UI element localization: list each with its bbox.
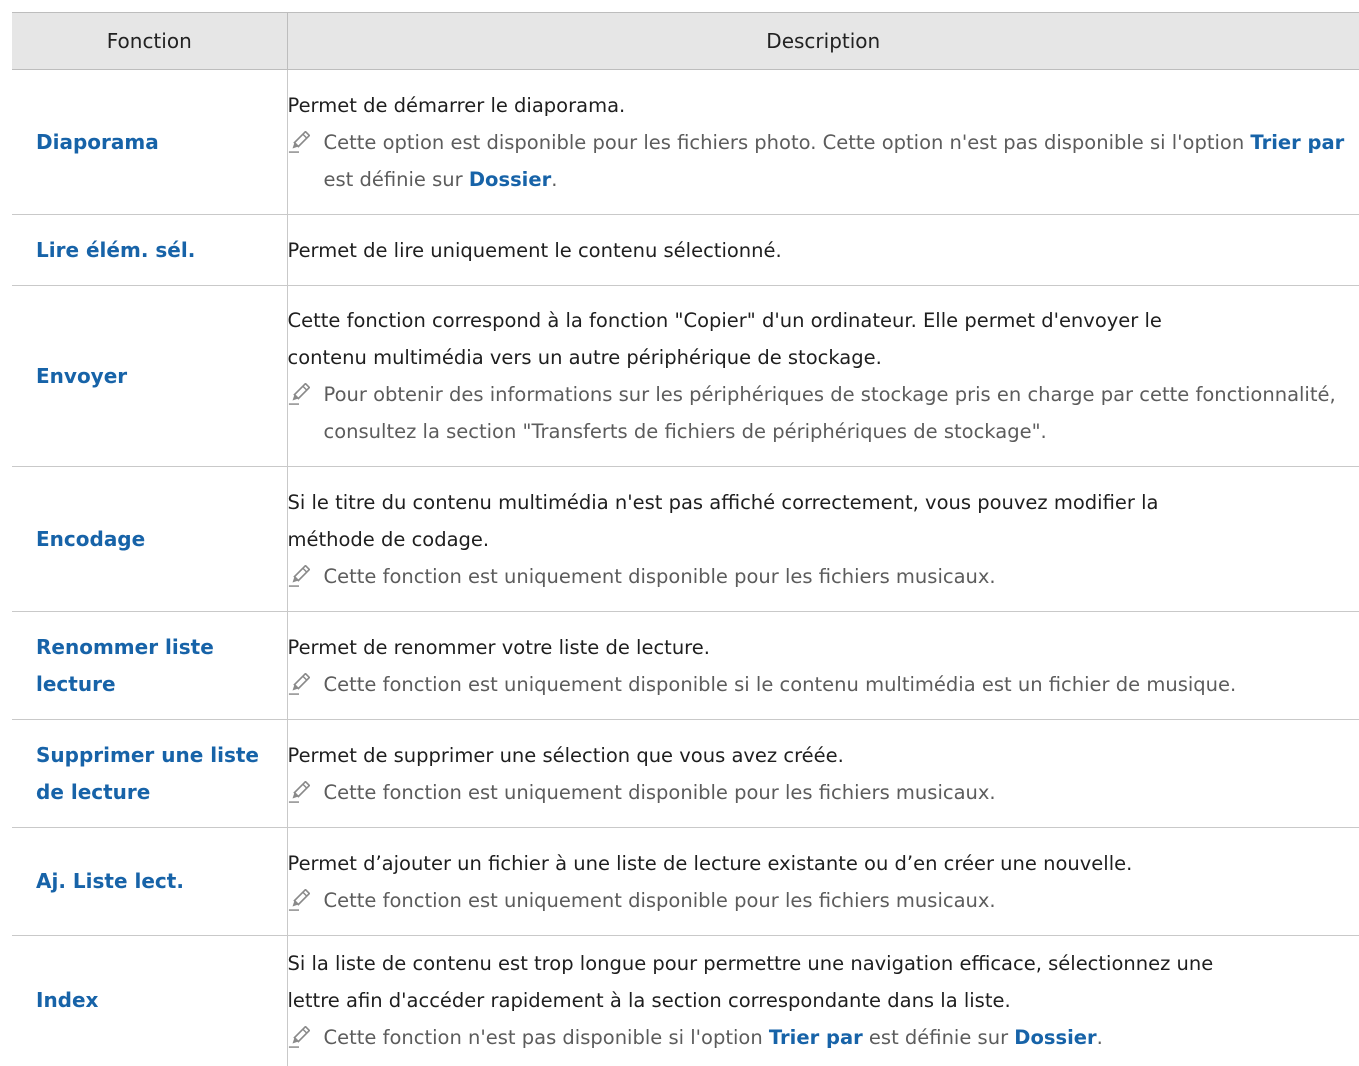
pencil-icon <box>288 780 310 803</box>
keyword-dossier: Dossier <box>468 167 552 191</box>
header-description: Description <box>287 12 1359 70</box>
keyword-trier-par: Trier par <box>768 1026 863 1050</box>
description-text: Si la liste de contenu est trop longue p… <box>287 952 1214 976</box>
note-text: . <box>1096 1026 1103 1050</box>
note: Cette fonction est uniquement disponible… <box>288 558 1359 595</box>
description-text: Permet de renommer votre liste de lectur… <box>287 635 710 659</box>
description-cell: Si la liste de contenu est trop longue p… <box>287 936 1359 1066</box>
function-label-lire-elem-sel: Lire élém. sél. <box>36 237 196 262</box>
description-text: Permet de supprimer une sélection que vo… <box>287 743 844 767</box>
description-text: contenu multimédia vers un autre périphé… <box>287 346 882 369</box>
function-cell: Renommer liste lecture <box>12 611 288 720</box>
function-cell: Envoyer <box>12 285 288 467</box>
note-text: est définie sur <box>323 167 469 191</box>
table-row: Diaporama Permet de démarrer le diaporam… <box>12 69 1359 215</box>
note-text: . <box>551 167 558 191</box>
description-cell: Si le titre du contenu multimédia n'est … <box>287 466 1359 612</box>
function-label-envoyer: Envoyer <box>36 363 128 388</box>
function-cell: Encodage <box>12 466 288 612</box>
note-text: Cette fonction est uniquement disponible… <box>323 564 996 588</box>
pencil-icon <box>288 888 310 911</box>
note-text: Cette fonction est uniquement disponible… <box>323 780 996 804</box>
function-label-index: Index <box>36 988 99 1013</box>
function-cell: Lire élém. sél. <box>12 214 288 286</box>
description-text: Si le titre du contenu multimédia n'est … <box>287 490 1159 514</box>
description-text: Permet de démarrer le diaporama. <box>287 93 626 117</box>
pencil-icon <box>288 564 310 587</box>
note-text: Cette fonction n'est pas disponible si l… <box>323 1026 769 1050</box>
function-label-aj-liste-lect: Aj. Liste lect. <box>36 869 184 893</box>
table-header-row: Fonction Description <box>12 12 1359 70</box>
note-text: Cette option est disponible pour les fic… <box>323 130 1251 154</box>
note: Cette option est disponible pour les fic… <box>288 124 1359 198</box>
note: Cette fonction est uniquement disponible… <box>288 666 1359 703</box>
header-function: Fonction <box>12 12 288 70</box>
description-text: lettre afin d'accéder rapidement à la se… <box>287 989 1011 1013</box>
table-row: Renommer liste lecture Permet de renomme… <box>12 611 1359 720</box>
pencil-icon <box>288 672 310 695</box>
function-table: Fonction Description Diaporama Permet de… <box>12 12 1359 1066</box>
note: Pour obtenir des informations sur les pé… <box>288 376 1359 450</box>
table-row: Supprimer une liste de lecture Permet de… <box>12 719 1359 828</box>
function-cell: Supprimer une liste de lecture <box>12 719 288 828</box>
function-label-supprimer-liste: Supprimer une liste de lecture <box>36 742 259 804</box>
keyword-dossier: Dossier <box>1014 1026 1097 1050</box>
table-row: Index Si la liste de contenu est trop lo… <box>12 935 1359 1066</box>
note: Cette fonction est uniquement disponible… <box>288 882 1359 919</box>
function-cell: Index <box>12 935 288 1066</box>
pencil-icon <box>288 130 310 153</box>
table-row: Lire élém. sél. Permet de lire uniquemen… <box>12 214 1359 286</box>
description-text: Permet d’ajouter un fichier à une liste … <box>287 851 1133 875</box>
function-label-renommer-liste-lecture: Renommer liste lecture <box>36 634 214 696</box>
note: Cette fonction n'est pas disponible si l… <box>288 1019 1359 1056</box>
description-text: méthode de codage. <box>287 527 490 551</box>
pencil-icon <box>288 383 310 405</box>
keyword-trier-par: Trier par <box>1250 130 1345 154</box>
note-text: Pour obtenir des informations sur les pé… <box>323 383 1336 443</box>
description-text: Cette fonction correspond à la fonction … <box>287 309 1162 332</box>
description-cell: Permet de supprimer une sélection que vo… <box>287 719 1359 828</box>
description-cell: Permet de démarrer le diaporama. Cette o… <box>287 69 1359 215</box>
function-label-diaporama: Diaporama <box>36 129 159 154</box>
pencil-icon <box>288 1026 310 1049</box>
description-cell: Cette fonction correspond à la fonction … <box>287 285 1359 467</box>
note-text: est définie sur <box>862 1026 1015 1050</box>
note: Cette fonction est uniquement disponible… <box>288 774 1359 811</box>
description-cell: Permet d’ajouter un fichier à une liste … <box>287 827 1359 936</box>
note-text: Cette fonction est uniquement disponible… <box>323 888 996 912</box>
table-row: Envoyer Cette fonction correspond à la f… <box>12 285 1359 467</box>
function-cell: Diaporama <box>12 69 288 215</box>
description-text: Permet de lire uniquement le contenu sél… <box>287 238 782 262</box>
function-label-encodage: Encodage <box>36 526 146 551</box>
note-text: Cette fonction est uniquement disponible… <box>323 672 1237 696</box>
description-cell: Permet de renommer votre liste de lectur… <box>287 611 1359 720</box>
description-cell: Permet de lire uniquement le contenu sél… <box>287 214 1359 286</box>
table-row: Encodage Si le titre du contenu multiméd… <box>12 466 1359 612</box>
function-cell: Aj. Liste lect. <box>12 827 288 936</box>
table-row: Aj. Liste lect. Permet d’ajouter un fich… <box>12 827 1359 936</box>
